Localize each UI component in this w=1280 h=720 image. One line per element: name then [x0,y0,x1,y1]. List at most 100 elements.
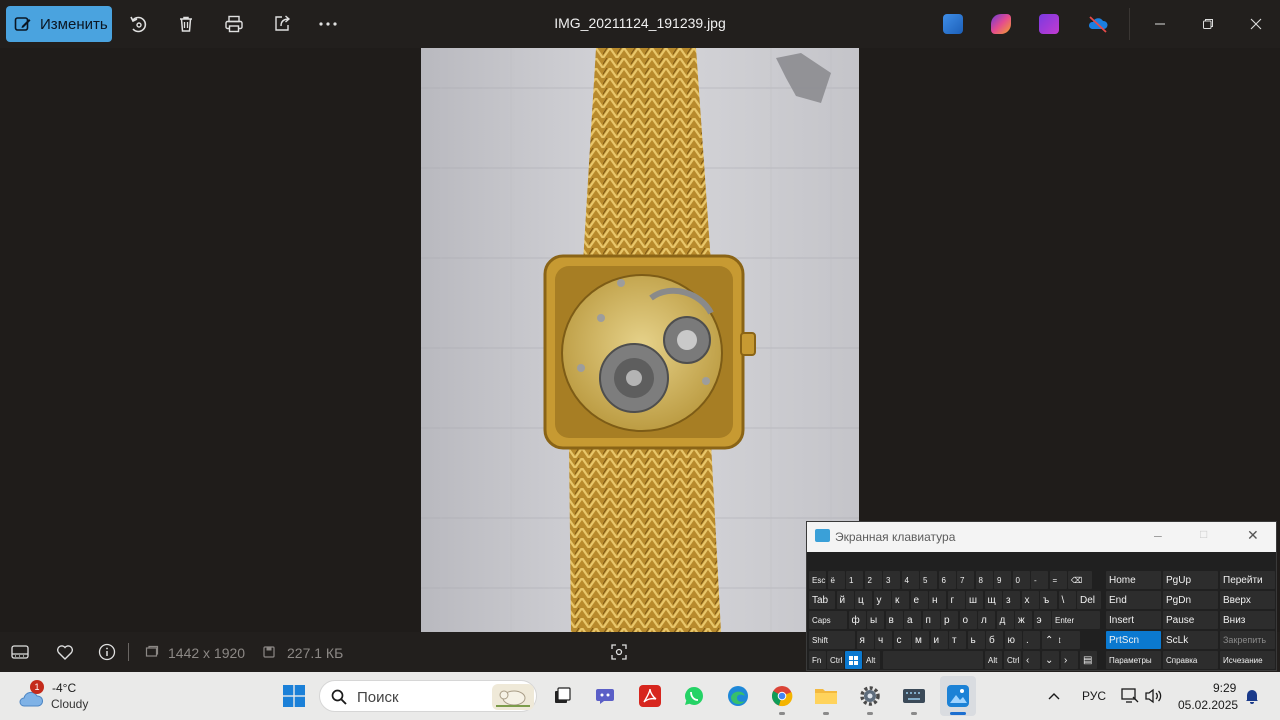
osk-key[interactable]: б [986,631,1003,649]
osk-close-button[interactable]: ✕ [1247,527,1259,544]
osk-key[interactable]: 5 [920,571,937,589]
osk-side-key[interactable]: Справка [1163,651,1218,669]
osk-key[interactable]: з [1003,591,1020,609]
edit-button[interactable]: Изменить [6,6,112,42]
osk-key[interactable]: д [996,611,1014,629]
osk-key[interactable]: Tab [809,591,835,609]
osk-key[interactable]: Enter [1052,611,1100,629]
designer-icon[interactable] [943,14,963,34]
osk-key[interactable]: к [892,591,909,609]
osk-key[interactable]: в [885,611,903,629]
osk-left-key[interactable]: ‹ [1023,651,1040,669]
osk-key[interactable]: а [904,611,921,629]
photo-canvas[interactable] [421,48,859,632]
osk-side-key[interactable]: PrtScn [1106,631,1161,649]
task-view-button[interactable] [550,684,574,708]
osk-key[interactable]: я [856,631,874,649]
osk-side-key[interactable]: PgUp [1163,571,1218,589]
restore-button[interactable] [1196,12,1220,36]
osk-side-key[interactable]: Параметры [1106,651,1161,669]
teams-app[interactable] [594,684,618,708]
share-button[interactable] [270,12,294,36]
osk-key[interactable]: н [929,591,946,609]
osk-key[interactable]: Del [1077,591,1101,609]
osk-key[interactable]: ш [966,591,983,609]
osk-key[interactable]: Alt [863,651,880,669]
copilot-designer-icon[interactable] [991,14,1011,34]
more-button[interactable] [316,12,340,36]
osk-key[interactable]: - [1031,571,1048,589]
osk-app[interactable] [902,684,926,708]
osk-key[interactable]: 9 [994,571,1011,589]
delete-button[interactable] [174,12,198,36]
favorite-button[interactable] [55,642,75,662]
osk-key[interactable]: = [1049,571,1067,589]
filmstrip-button[interactable] [10,642,30,662]
osk-key[interactable]: Ctrl [1004,651,1021,669]
network-icon[interactable] [1118,684,1142,708]
osk-key[interactable]: г [947,591,965,609]
osk-key[interactable]: ь [967,631,985,649]
osk-side-key[interactable]: Исчезание [1220,651,1275,669]
osk-key[interactable]: щ [984,591,1002,609]
osk-key[interactable]: ф [848,611,866,629]
osk-side-key[interactable]: Вверх [1220,591,1275,609]
osk-key[interactable]: 3 [883,571,900,589]
osk-key[interactable]: Alt [985,651,1002,669]
osk-key[interactable]: 8 [975,571,993,589]
osk-key[interactable]: 1 [846,571,863,589]
osk-side-key[interactable]: Вниз [1220,611,1275,629]
osk-title-bar[interactable]: Экранная клавиатура – □ ✕ [807,522,1276,552]
osk-key[interactable]: 0 [1012,571,1030,589]
explorer-app[interactable] [814,684,838,708]
osk-side-key[interactable]: Insert [1106,611,1161,629]
osk-key[interactable]: Esc [809,571,826,589]
osk-key[interactable]: х [1021,591,1039,609]
clock-date[interactable]: 05.02.2025 [1178,698,1238,712]
osk-key[interactable]: р [941,611,958,629]
osk-menu-key[interactable]: ▤ [1080,651,1097,669]
notifications-button[interactable] [1240,684,1264,708]
minimize-button[interactable] [1148,12,1172,36]
osk-key[interactable]: \ [1058,591,1076,609]
acrobat-app[interactable] [638,684,662,708]
start-button[interactable] [282,684,306,708]
osk-minimize-button[interactable]: – [1154,527,1162,543]
osk-right-key[interactable]: › [1061,651,1078,669]
osk-key[interactable]: у [873,591,891,609]
file-info-button[interactable] [97,642,117,662]
osk-key[interactable]: ц [855,591,872,609]
osk-side-key[interactable]: End [1106,591,1161,609]
osk-key[interactable]: ё [827,571,845,589]
osk-key[interactable]: е [910,591,928,609]
osk-key[interactable]: ы [867,611,884,629]
osk-key[interactable]: . [1023,631,1040,649]
osk-key[interactable]: 6 [938,571,956,589]
osk-key[interactable]: Shift [809,631,855,649]
taskbar-search[interactable]: Поиск [319,680,537,712]
osk-key[interactable]: э [1033,611,1051,629]
osk-key[interactable]: 7 [957,571,974,589]
osk-key[interactable]: й [836,591,854,609]
osk-side-key[interactable]: Pause [1163,611,1218,629]
osk-key[interactable]: ⌫ [1068,571,1092,589]
clipchamp-icon[interactable] [1039,14,1059,34]
show-hidden-icons-button[interactable] [1042,684,1066,708]
clock-time[interactable]: 9:29 [1213,681,1236,695]
osk-down-key[interactable]: ⌄ [1042,651,1059,669]
osk-space-key[interactable] [883,651,983,669]
input-language[interactable]: РУС [1082,689,1106,703]
osk-key[interactable]: Caps [809,611,847,629]
osk-key[interactable]: ю [1004,631,1022,649]
osk-key[interactable]: ч [875,631,892,649]
osk-side-key[interactable]: Home [1106,571,1161,589]
chrome-app[interactable] [770,684,794,708]
osk-key[interactable]: Fn [809,651,826,669]
osk-key[interactable]: л [978,611,995,629]
volume-icon[interactable] [1142,684,1166,708]
osk-win-key[interactable] [845,651,862,669]
fit-view-button[interactable] [609,642,629,662]
weather-widget[interactable]: 1 -4°C Cloudy [14,678,124,714]
osk-maximize-button[interactable]: □ [1200,527,1207,541]
osk-side-key[interactable]: Перейти [1220,571,1275,589]
